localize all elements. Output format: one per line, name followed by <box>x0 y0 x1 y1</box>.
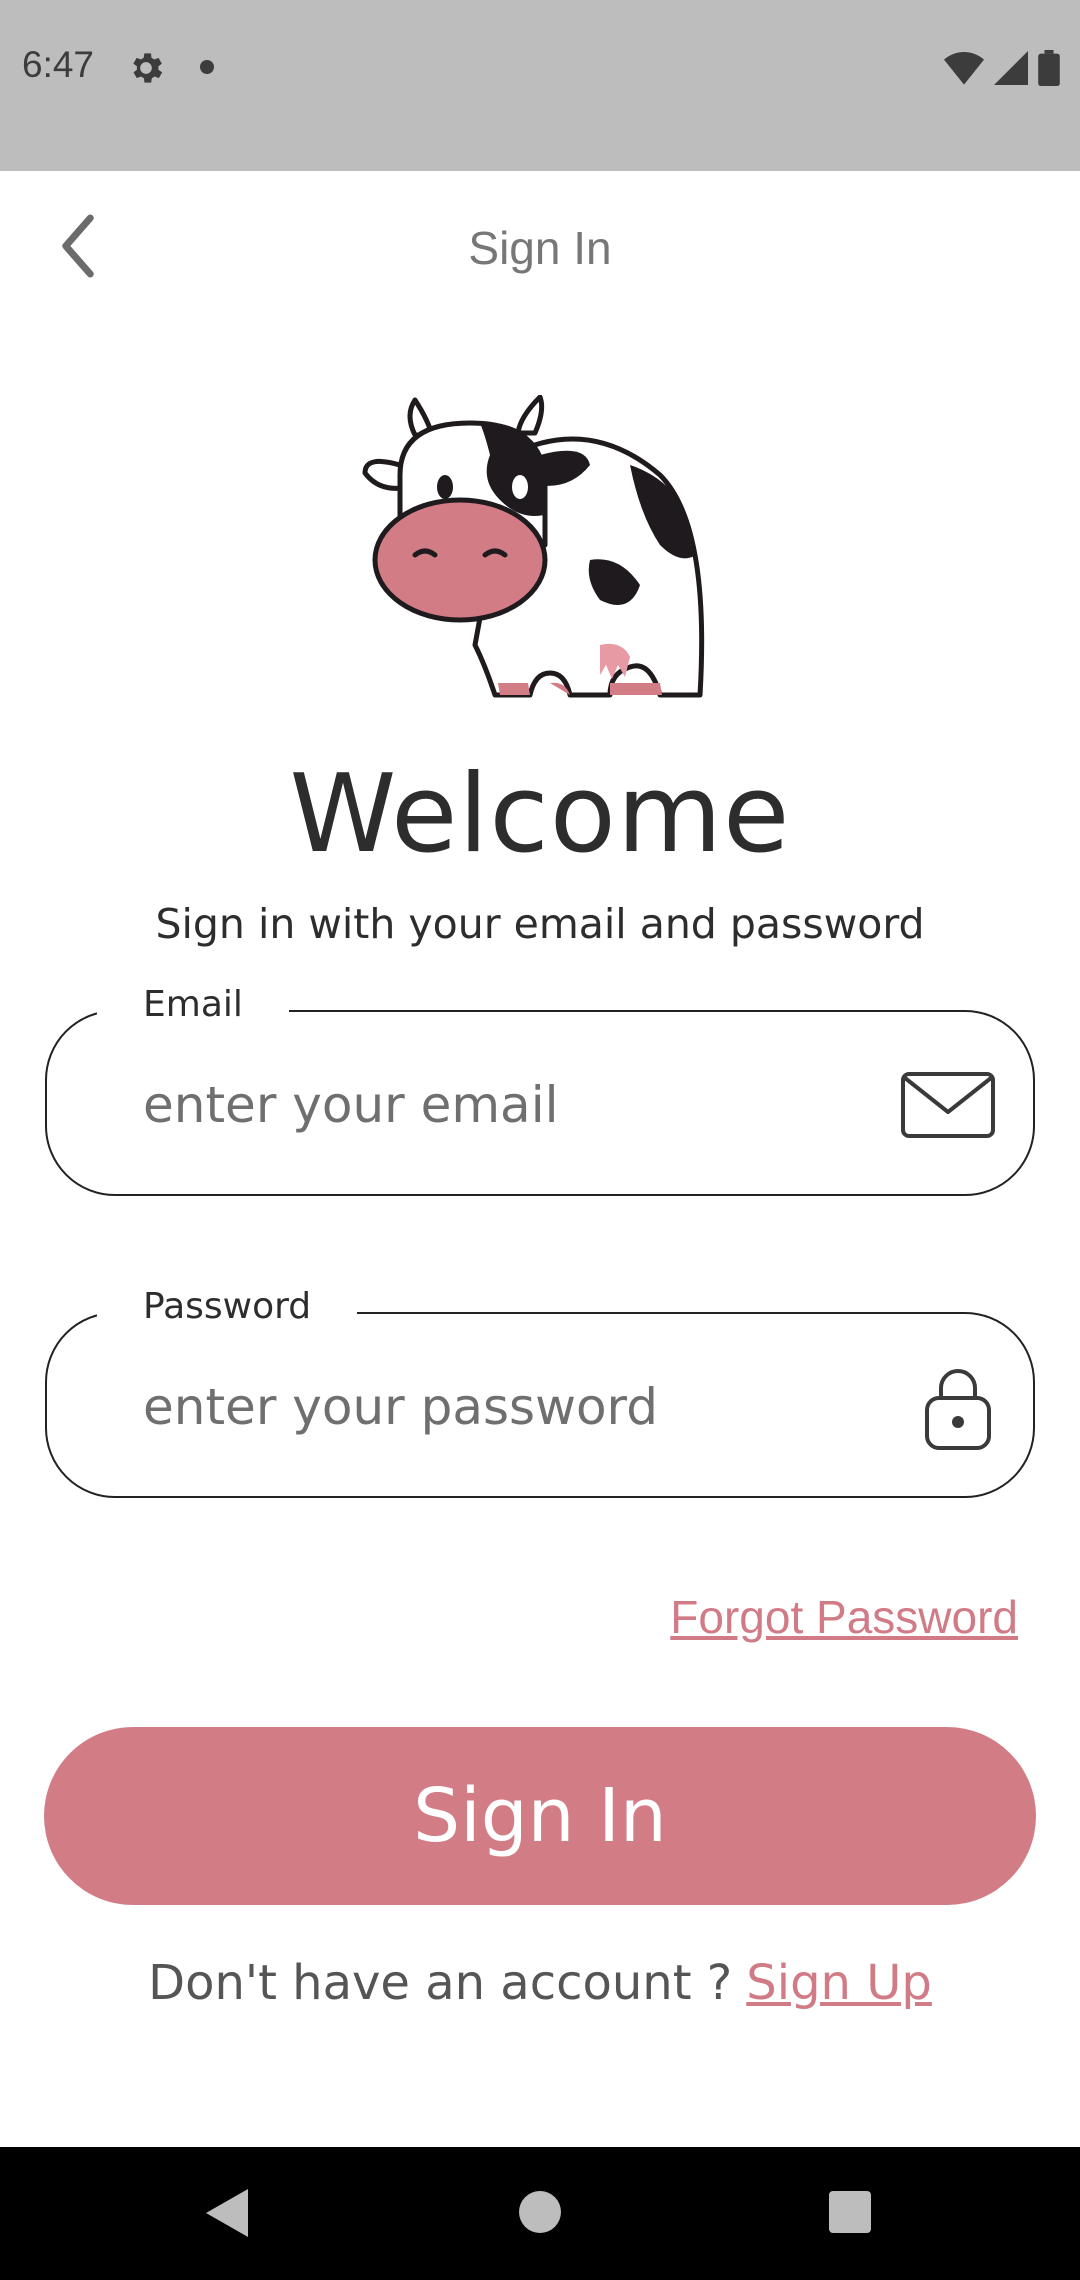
password-input[interactable] <box>143 1372 843 1442</box>
status-icons <box>944 48 1060 88</box>
signal-icon <box>994 51 1028 85</box>
system-nav-bar <box>0 2147 1080 2280</box>
status-bar: 6:47 <box>0 0 1080 171</box>
status-time: 6:47 <box>22 44 95 85</box>
gear-icon <box>133 53 163 83</box>
welcome-subtitle: Sign in with your email and password <box>155 900 925 948</box>
email-input[interactable] <box>143 1070 843 1140</box>
notification-dot-icon <box>200 60 214 74</box>
mail-icon <box>901 1072 995 1138</box>
signup-prompt: Don't have an account ? <box>148 1955 733 2011</box>
lock-icon <box>925 1369 991 1450</box>
recents-square-icon[interactable] <box>829 2191 871 2233</box>
password-label: Password <box>97 1286 358 1327</box>
cow-mascot-image <box>362 395 705 698</box>
home-circle-icon[interactable] <box>519 2191 561 2233</box>
signup-row: Don't have an account ? Sign Up <box>0 1955 1080 2011</box>
password-field[interactable]: Password <box>45 1286 1035 1498</box>
page-title: Sign In <box>468 222 612 274</box>
wifi-icon <box>944 52 984 85</box>
email-label: Email <box>97 984 289 1025</box>
sign-up-link[interactable]: Sign Up <box>746 1955 932 2011</box>
email-field[interactable]: Email <box>45 984 1035 1196</box>
app-bar: Sign In <box>0 171 1080 326</box>
sign-in-button[interactable]: Sign In <box>44 1727 1036 1905</box>
back-triangle-icon[interactable] <box>204 2187 250 2239</box>
forgot-password-link[interactable]: Forgot Password <box>670 1590 1018 1644</box>
welcome-heading: Welcome <box>289 752 791 877</box>
battery-icon <box>1038 50 1060 86</box>
